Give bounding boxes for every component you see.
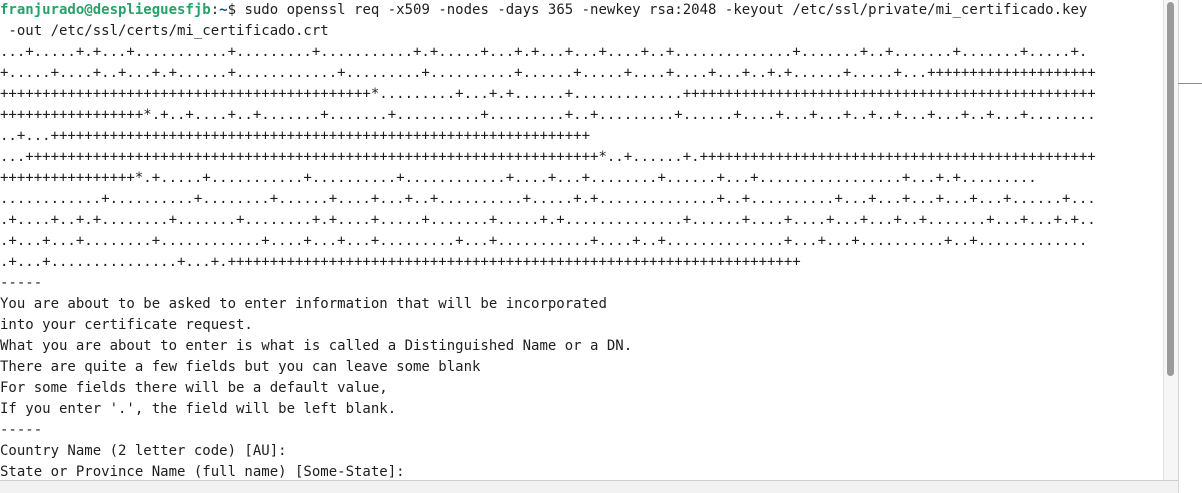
output-line: For some fields there will be a default … (0, 380, 388, 396)
output-line: into your certificate request. (0, 317, 253, 333)
terminal-text: franjurado@desplieguesfjb:~$ sudo openss… (0, 0, 1163, 480)
output-line: ----- (0, 422, 43, 438)
output-line: ...+++++++++++++++++++++++++++++++++++++… (0, 149, 1096, 165)
output-line: ..+...++++++++++++++++++++++++++++++++++… (0, 128, 591, 144)
command-line-1: franjurado@desplieguesfjb:~$ sudo openss… (0, 0, 1163, 21)
output-line: ............+..........+........+......+… (0, 191, 1096, 207)
output-line: There are quite a few fields but you can… (0, 359, 481, 375)
prompt-separator: : (210, 2, 220, 18)
window-bottom-edge (0, 480, 1178, 481)
output-line: .+...+...+........+............+....+...… (0, 233, 1088, 249)
output-line: +++++++++++++++++*.+..+....+..+.......+.… (0, 107, 1096, 123)
output-line: .+...+...............+...+.+++++++++++++… (0, 254, 801, 270)
output-line: Country Name (2 letter code) [AU]: (0, 443, 287, 459)
output-line: What you are about to enter is what is c… (0, 338, 633, 354)
terminal-window: franjurado@desplieguesfjb:~$ sudo openss… (0, 0, 1202, 493)
output-line: ...+.....+.+...+...........+.........+..… (0, 44, 1088, 60)
adjacent-window-divider (1178, 83, 1202, 84)
output-line: ----- (0, 275, 43, 291)
command-output: ...+.....+.+...+...........+.........+..… (0, 42, 1163, 480)
output-line: State or Province Name (full name) [Some… (0, 464, 405, 480)
output-line: ++++++++++++++++++++++++++++++++++++++++… (0, 86, 1096, 102)
command-text-1: sudo openssl req -x509 -nodes -days 365 … (244, 2, 1088, 18)
output-line: You are about to be asked to enter infor… (0, 296, 607, 312)
output-line: .+....+..+.+........+.......+........+.+… (0, 212, 1096, 228)
output-line: ++++++++++++++++*.+.....+...........+...… (0, 170, 1037, 186)
terminal-output-area[interactable]: franjurado@desplieguesfjb:~$ sudo openss… (0, 0, 1163, 480)
command-line-2: -out /etc/ssl/certs/mi_certificado.crt (0, 23, 329, 39)
output-line: +.....+....+..+...+.+......+............… (0, 65, 1096, 81)
vertical-scrollbar[interactable] (1163, 0, 1178, 480)
prompt-path: ~ (219, 2, 228, 18)
prompt-user-host: franjurado@desplieguesfjb (0, 2, 211, 18)
scrollbar-thumb[interactable] (1167, 2, 1174, 376)
prompt-symbol: $ (227, 2, 245, 18)
output-line: If you enter '.', the field will be left… (0, 401, 397, 417)
adjacent-window-border (1178, 0, 1179, 493)
adjacent-window-edge (1178, 0, 1202, 493)
